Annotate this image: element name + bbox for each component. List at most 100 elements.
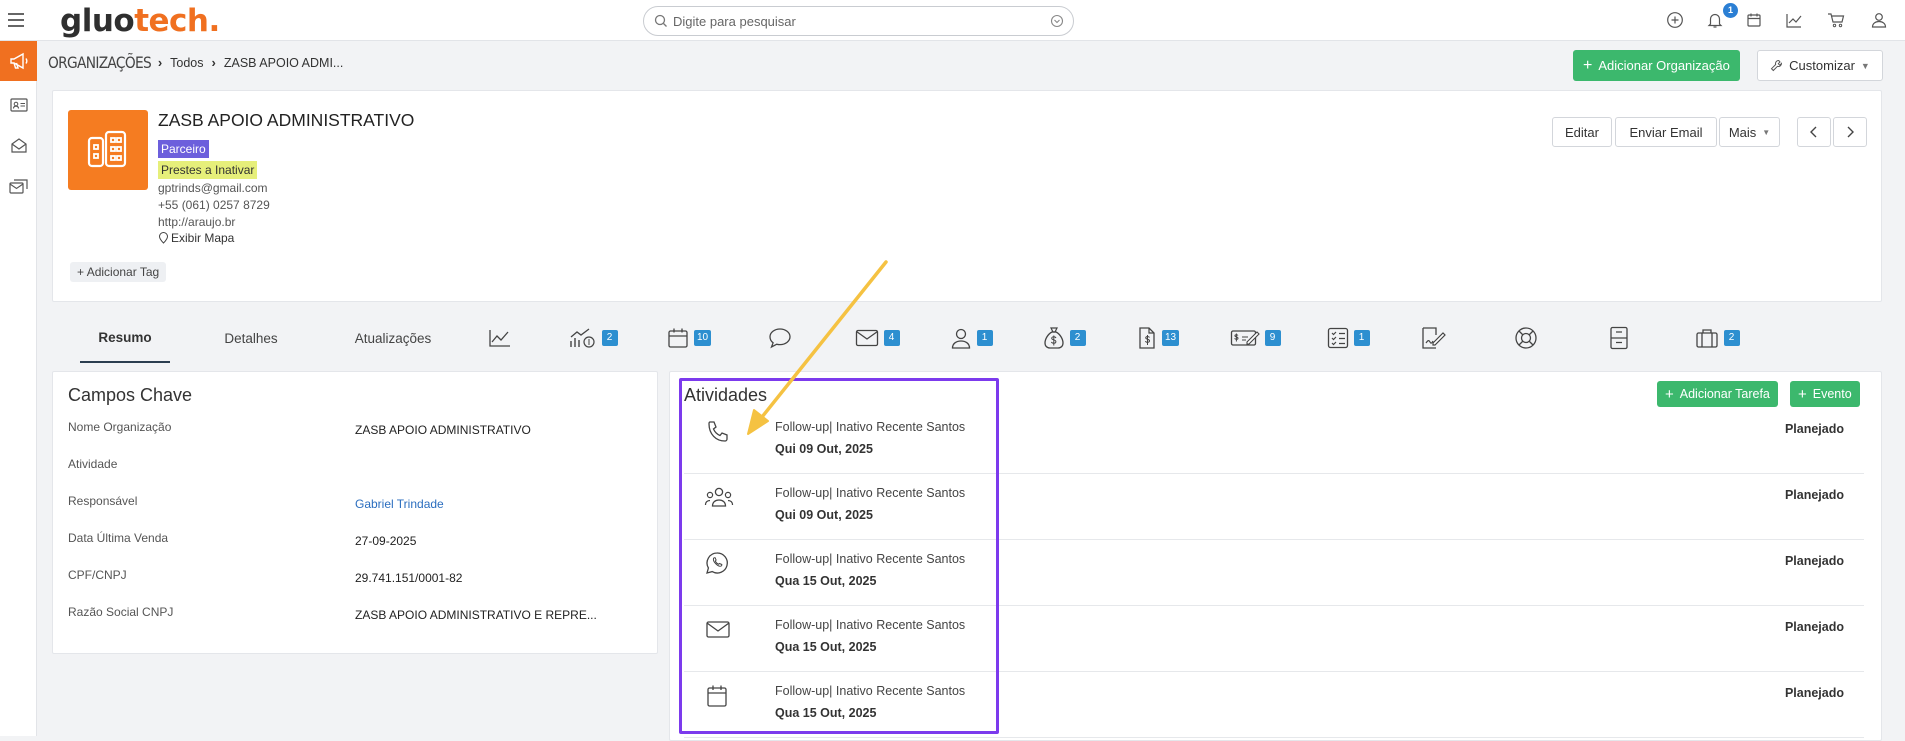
tab-email[interactable]: 4 [847,311,907,365]
menu-icon[interactable] [6,10,26,30]
check-icon [1230,328,1260,348]
search-icon [654,14,668,28]
whatsapp-icon [704,550,730,576]
field-value: 27-09-2025 [355,534,417,548]
previous-record-button[interactable] [1797,117,1831,147]
chevron-right-icon: › [211,55,216,70]
signature-icon [1420,326,1446,350]
tab-contracts[interactable] [1403,311,1463,365]
caret-down-icon: ▼ [1860,60,1870,71]
organization-email[interactable]: gptrinds@gmail.com [158,181,268,195]
tab-resumo[interactable]: Resumo [80,314,170,363]
meeting-icon [704,484,734,512]
tab-atualizacoes[interactable]: Atualizações [328,311,458,365]
sidebar-item-inbox[interactable] [0,126,37,166]
breadcrumb: ORGANIZAÇÕES › Todos › ZASB APOIO ADMI..… [48,53,343,72]
organization-website[interactable]: http://araujo.br [158,215,235,229]
sidebar-item-contacts[interactable] [0,85,37,125]
breadcrumb-all[interactable]: Todos [170,56,203,70]
activity-description: Follow-up| Inativo Recente Santos [775,486,966,500]
building-icon [86,130,130,170]
add-organization-button[interactable]: + Adicionar Organização [1573,50,1740,81]
tag-status: Prestes a Inativar [158,161,258,179]
breadcrumb-root[interactable]: ORGANIZAÇÕES [48,53,152,72]
activity-row[interactable]: Follow-up| Inativo Recente Santos Qua 15… [684,540,1864,606]
key-fields-title: Campos Chave [68,385,193,405]
calendar-icon[interactable] [1745,11,1765,31]
add-tag-button[interactable]: + Adicionar Tag [70,262,167,282]
activity-date: Qua 15 Out, 2025 [775,574,877,588]
activity-date: Qua 15 Out, 2025 [775,640,877,654]
add-task-button[interactable]: + Adicionar Tarefa [1657,381,1778,407]
map-pin-icon [158,232,169,244]
tab-badge: 2 [1069,330,1086,346]
activity-date: Qui 09 Out, 2025 [775,442,873,456]
field-label: Responsável [68,494,138,508]
activity-status: Planejado [1784,554,1844,568]
envelope-icon [855,329,879,347]
activity-row[interactable]: Follow-up| Inativo Recente Santos Qua 15… [684,672,1864,738]
tab-badge: 1 [976,330,993,346]
add-icon[interactable] [1666,11,1686,31]
activity-status: Planejado [1784,422,1844,436]
tab-calendar[interactable]: 10 [659,311,719,365]
search-box [643,6,1074,36]
cabinet-icon [1609,326,1629,350]
edit-button[interactable]: Editar [1552,117,1612,147]
plus-icon: + [77,265,87,279]
next-record-button[interactable] [1833,117,1867,147]
activities-title: Atividades [684,385,768,405]
activity-description: Follow-up| Inativo Recente Santos [775,420,966,434]
tab-invoices[interactable]: 13 [1128,311,1188,365]
cart-icon[interactable] [1827,11,1847,31]
tab-sales-growth[interactable]: 2 [558,311,628,365]
activity-status: Planejado [1784,686,1844,700]
tab-chat[interactable] [758,311,802,365]
tab-detalhes[interactable]: Detalhes [201,311,301,365]
tab-tasks[interactable]: 1 [1318,311,1378,365]
show-map-link[interactable]: Exibir Mapa [158,231,234,245]
tab-deals[interactable]: 2 [1034,311,1094,365]
tab-archive[interactable] [1589,311,1649,365]
tab-badge: 9 [1264,330,1281,346]
megaphone-icon [8,50,30,72]
owner-link[interactable]: Gabriel Trindade [355,497,444,511]
tab-checks[interactable]: 9 [1220,311,1290,365]
activity-row[interactable]: Follow-up| Inativo Recente Santos Qui 09… [684,474,1864,540]
tab-contacts[interactable]: 1 [941,311,1001,365]
field-label: CPF/CNPJ [68,568,127,582]
money-bag-icon [1043,326,1065,350]
activity-row[interactable]: Follow-up| Inativo Recente Santos Qui 09… [684,408,1864,474]
field-label: Atividade [68,457,118,471]
breadcrumb-current: ZASB APOIO ADMI... [223,55,344,70]
field-value: ZASB APOIO ADMINISTRATIVO [355,423,531,437]
activity-description: Follow-up| Inativo Recente Santos [775,552,966,566]
activity-row[interactable]: Follow-up| Inativo Recente Santos Qua 15… [684,606,1864,672]
customize-button[interactable]: Customizar ▼ [1757,50,1883,81]
invoice-icon [1137,326,1157,350]
sidebar-item-campaigns[interactable] [0,41,37,81]
send-email-button[interactable]: Enviar Email [1615,117,1717,147]
chart-icon[interactable] [1785,11,1805,31]
field-label: Nome Organização [68,420,172,434]
add-event-button[interactable]: + Evento [1790,381,1860,407]
mail-stack-icon [8,177,30,197]
notification-badge: 1 [1723,3,1738,18]
more-button[interactable]: Mais ▼ [1719,117,1780,147]
tab-badge: 2 [1723,330,1740,346]
brand-logo[interactable]: gluotech. [60,2,220,40]
sidebar-item-messages[interactable] [0,167,37,207]
tab-trend-chart[interactable] [478,311,522,365]
organization-phone[interactable]: +55 (061) 0257 8729 [158,198,270,212]
plus-icon: + [1665,385,1674,403]
search-input[interactable] [673,12,1033,31]
phone-icon [704,418,732,446]
user-icon[interactable] [1870,11,1890,31]
inbox-icon [9,136,29,156]
activity-date: Qui 09 Out, 2025 [775,508,873,522]
chevron-down-circle-icon[interactable] [1050,14,1064,28]
checklist-icon [1327,327,1349,349]
tab-projects[interactable]: 2 [1682,311,1752,365]
chevron-left-icon [1809,126,1819,138]
tab-support[interactable] [1496,311,1556,365]
